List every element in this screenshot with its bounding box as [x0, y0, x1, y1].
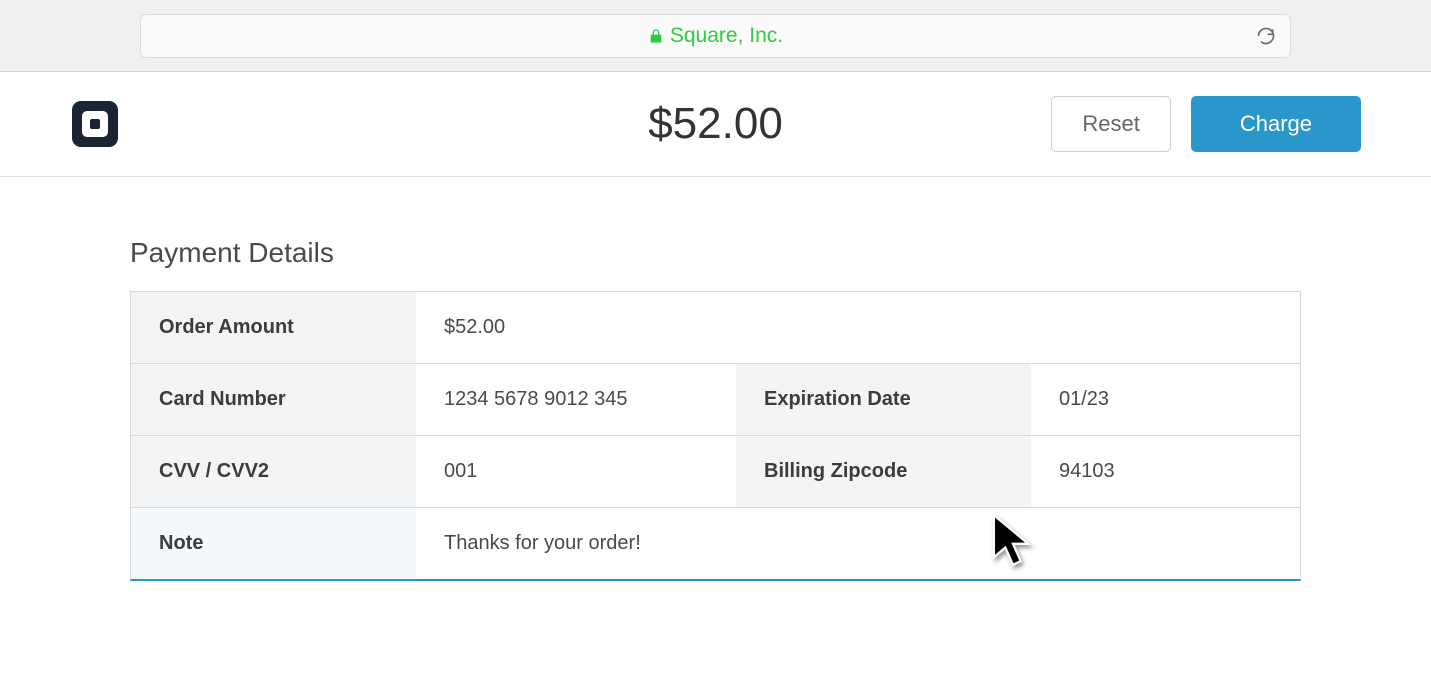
- row-card-expiration: Card Number 1234 5678 9012 345 Expiratio…: [131, 364, 1300, 436]
- site-name: Square, Inc.: [670, 24, 783, 48]
- cvv-label: CVV / CVV2: [131, 436, 416, 507]
- header-buttons: Reset Charge: [1051, 96, 1361, 152]
- billing-zipcode-label: Billing Zipcode: [736, 436, 1031, 507]
- order-amount-value: $52.00: [416, 292, 1300, 363]
- expiration-date-value: 01/23: [1031, 364, 1300, 435]
- note-value[interactable]: Thanks for your order!: [416, 508, 1300, 579]
- cvv-value: 001: [416, 436, 736, 507]
- card-number-label: Card Number: [131, 364, 416, 435]
- row-cvv-zip: CVV / CVV2 001 Billing Zipcode 94103: [131, 436, 1300, 508]
- browser-address-bar-container: Square, Inc.: [0, 0, 1431, 72]
- billing-zipcode-value: 94103: [1031, 436, 1300, 507]
- card-number-value: 1234 5678 9012 345: [416, 364, 736, 435]
- app-header: $52.00 Reset Charge: [0, 72, 1431, 177]
- square-logo-icon: [70, 99, 120, 149]
- address-bar-content: Square, Inc.: [648, 24, 783, 48]
- address-bar[interactable]: Square, Inc.: [140, 14, 1291, 58]
- order-amount-label: Order Amount: [131, 292, 416, 363]
- note-label: Note: [131, 508, 416, 579]
- row-order-amount: Order Amount $52.00: [131, 292, 1300, 364]
- charge-button[interactable]: Charge: [1191, 96, 1361, 152]
- total-amount: $52.00: [648, 99, 783, 149]
- reset-button[interactable]: Reset: [1051, 96, 1170, 152]
- content: Payment Details Order Amount $52.00 Card…: [0, 177, 1431, 581]
- row-note: Note Thanks for your order!: [131, 508, 1300, 579]
- payment-details-table: Order Amount $52.00 Card Number 1234 567…: [130, 291, 1301, 581]
- section-title: Payment Details: [130, 237, 1301, 269]
- refresh-icon[interactable]: [1256, 26, 1276, 46]
- lock-icon: [648, 28, 664, 44]
- expiration-date-label: Expiration Date: [736, 364, 1031, 435]
